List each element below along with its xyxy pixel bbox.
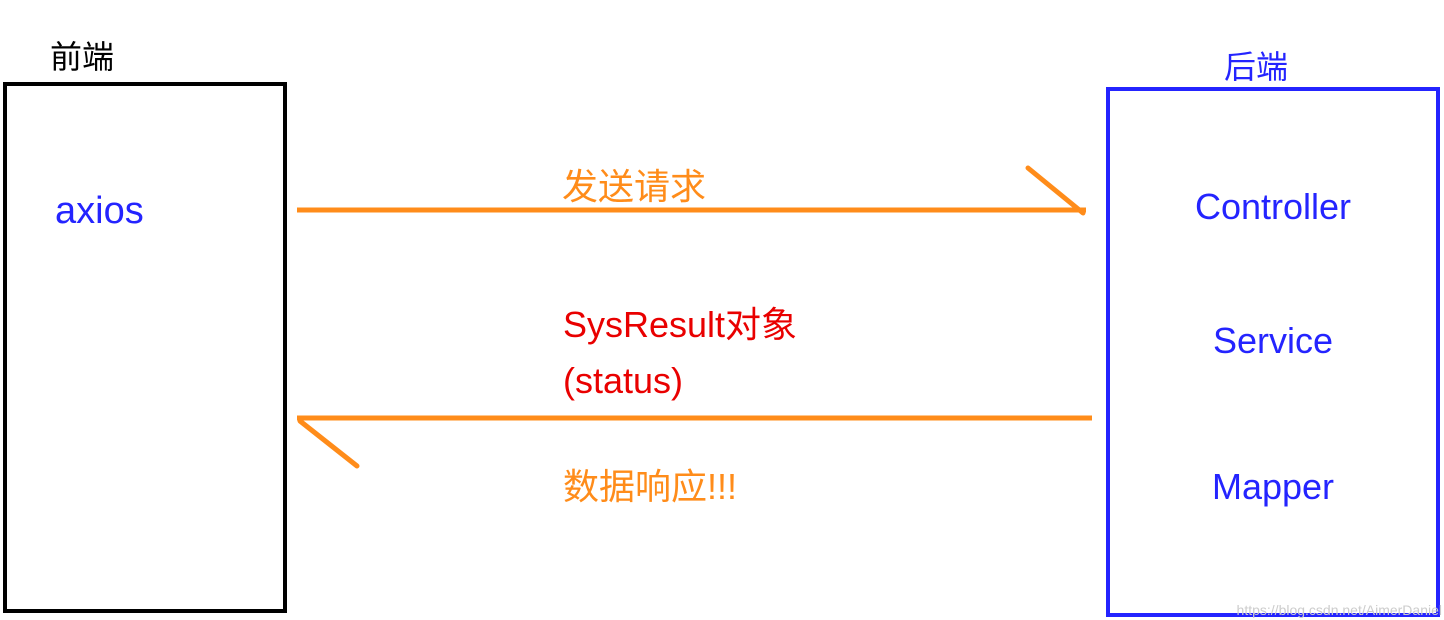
axios-text: axios xyxy=(55,190,144,233)
service-text: Service xyxy=(1106,320,1440,362)
sysresult-text-1: SysResult对象 xyxy=(563,296,797,348)
sysresult-text-2: (status) xyxy=(563,360,683,402)
mapper-text: Mapper xyxy=(1106,466,1440,508)
frontend-box xyxy=(3,82,287,613)
request-label: 发送请求 xyxy=(562,158,706,210)
response-label: 数据响应!!! xyxy=(563,458,737,510)
frontend-label: 前端 xyxy=(50,32,114,78)
controller-text: Controller xyxy=(1106,186,1440,228)
watermark-text: https://blog.csdn.net/AimerDaniel xyxy=(1237,602,1442,618)
backend-label: 后端 xyxy=(1224,42,1288,88)
